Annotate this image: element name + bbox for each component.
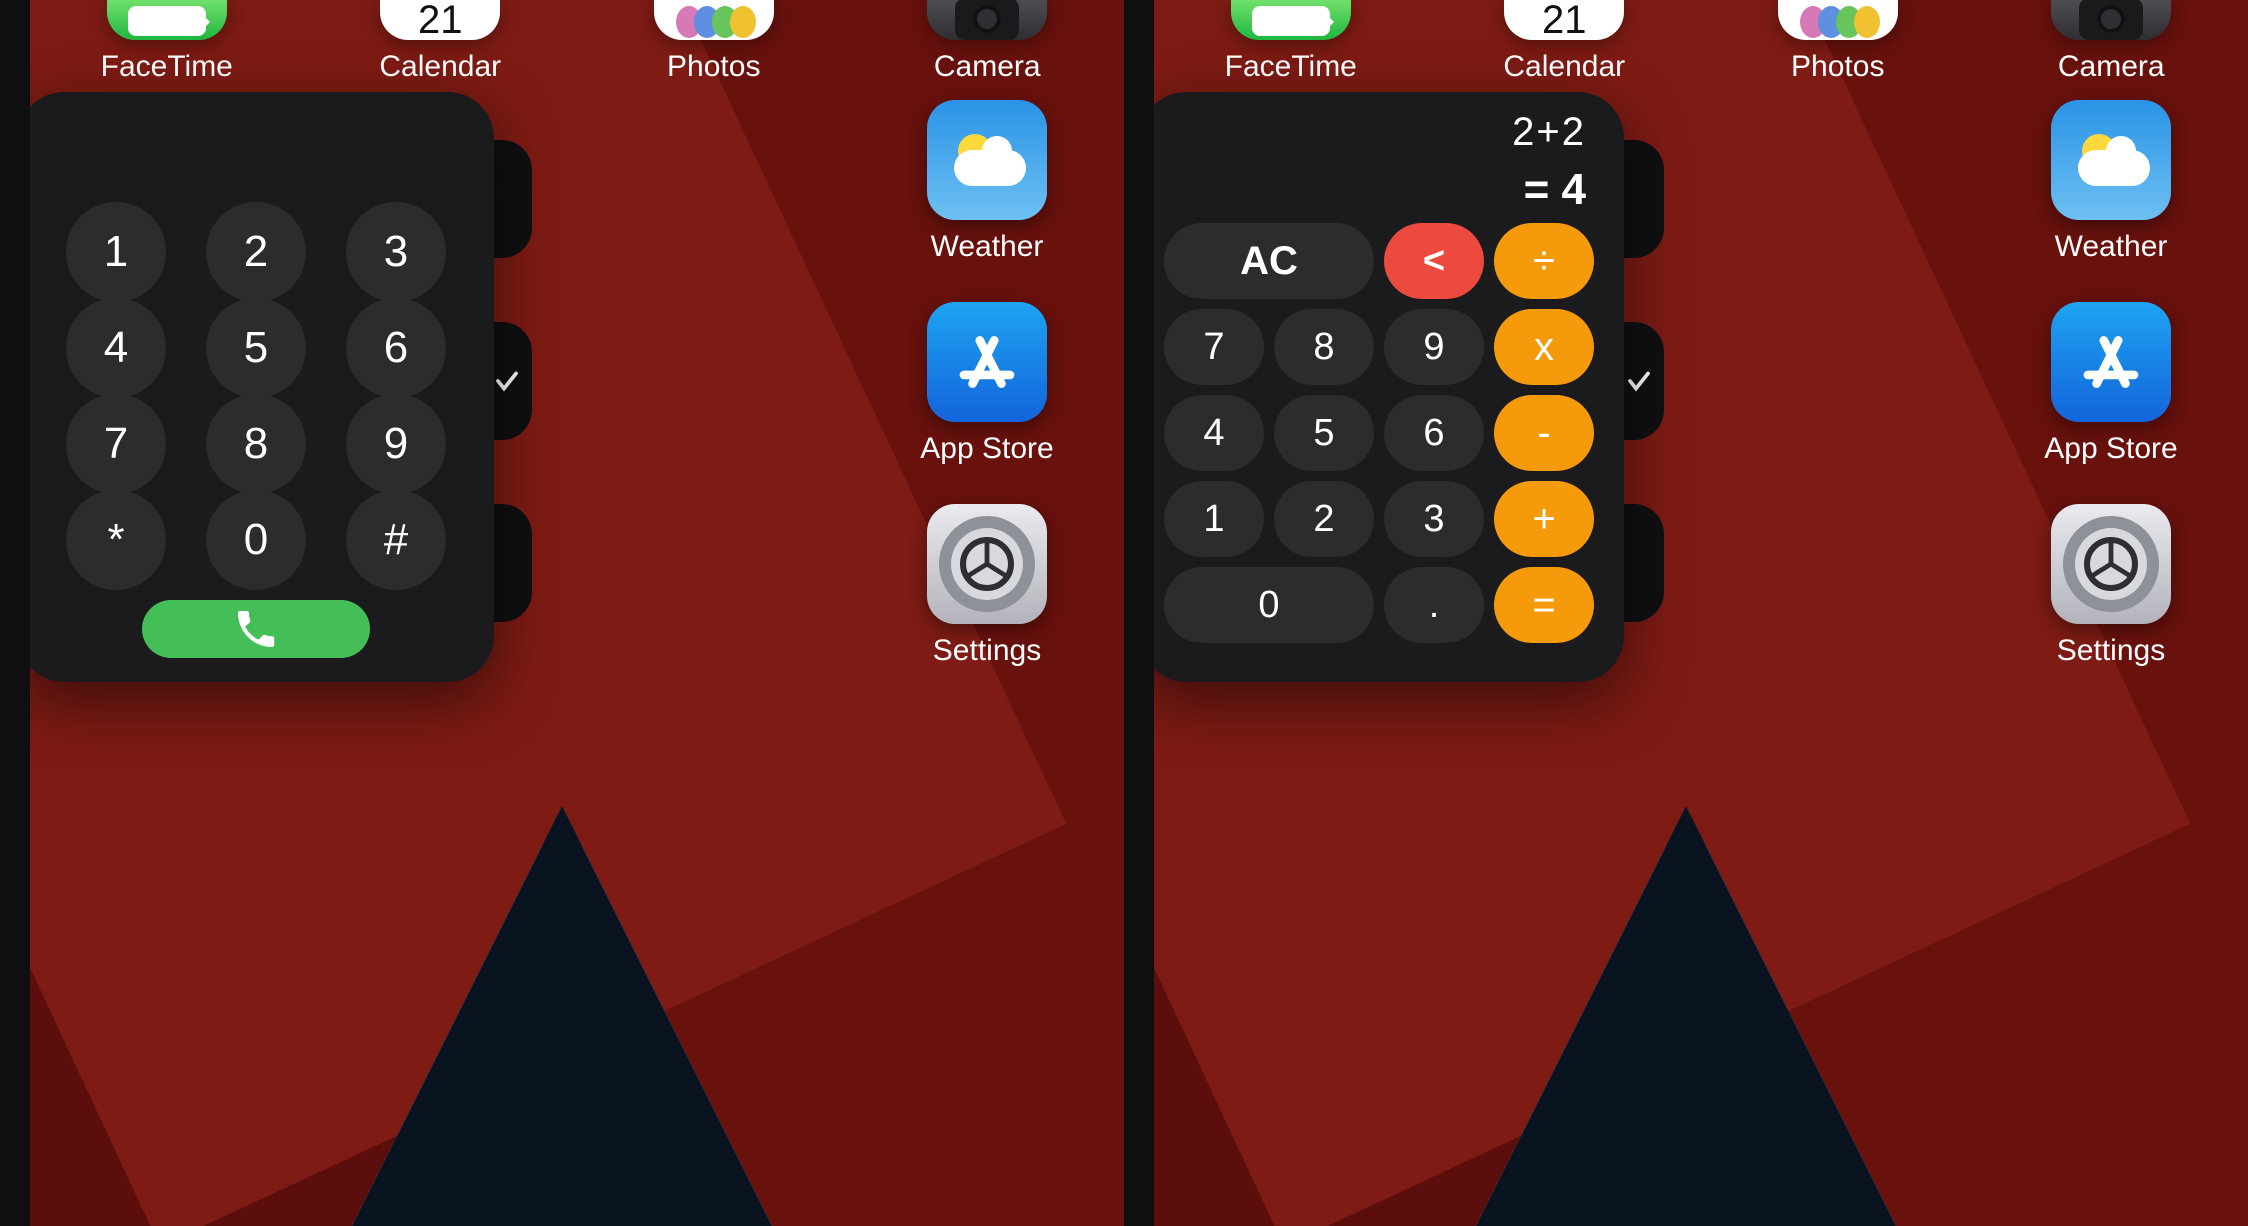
appstore-icon <box>2051 302 2171 422</box>
device-bezel <box>1124 0 1154 1226</box>
calc-key-multiply[interactable]: x <box>1494 309 1594 385</box>
dialer-key-3[interactable]: 3 <box>346 202 446 302</box>
calc-key-equals[interactable]: = <box>1494 567 1594 643</box>
home-column-right: Weather App Store Settings <box>892 100 1082 668</box>
calc-key-plus[interactable]: + <box>1494 481 1594 557</box>
dialer-key-1[interactable]: 1 <box>66 202 166 302</box>
home-screen: FaceTime 21 Calendar Photos Camera Weath… <box>0 0 1124 1226</box>
photos-icon <box>654 0 774 40</box>
app-appstore[interactable]: App Store <box>2044 302 2177 466</box>
calc-key-2[interactable]: 2 <box>1274 481 1374 557</box>
calc-key-9[interactable]: 9 <box>1384 309 1484 385</box>
dialer-key-star[interactable]: * <box>66 490 166 590</box>
app-calendar[interactable]: 21 Calendar <box>1469 0 1659 90</box>
calc-key-ac[interactable]: AC <box>1164 223 1374 299</box>
facetime-icon <box>107 0 227 40</box>
dialer-key-8[interactable]: 8 <box>206 394 306 494</box>
app-facetime[interactable]: FaceTime <box>72 0 262 90</box>
home-column-right: Weather App Store Settings <box>2016 100 2206 668</box>
calc-key-5[interactable]: 5 <box>1274 395 1374 471</box>
app-label: Photos <box>1791 50 1884 84</box>
dialer-key-5[interactable]: 5 <box>206 298 306 398</box>
home-row-top: FaceTime 21 Calendar Photos Camera <box>30 0 1124 90</box>
camera-icon <box>927 0 1047 40</box>
app-label: Settings <box>2057 634 2165 668</box>
app-weather[interactable]: Weather <box>927 100 1047 264</box>
calc-key-0[interactable]: 0 <box>1164 567 1374 643</box>
calc-key-8[interactable]: 8 <box>1274 309 1374 385</box>
app-photos[interactable]: Photos <box>619 0 809 90</box>
app-label: Photos <box>667 50 760 84</box>
app-label: Camera <box>934 50 1041 84</box>
app-camera[interactable]: Camera <box>892 0 1082 90</box>
app-camera[interactable]: Camera <box>2016 0 2206 90</box>
app-label: Calendar <box>1503 50 1625 84</box>
calc-result: = 4 <box>1164 165 1586 215</box>
dialer-keypad: 123456789*0# <box>66 202 446 586</box>
appstore-icon <box>927 302 1047 422</box>
photos-icon <box>1778 0 1898 40</box>
app-label: FaceTime <box>101 50 233 84</box>
calc-keypad: AC < ÷ 7 8 9 x 4 5 6 - 1 2 <box>1164 223 1600 643</box>
calc-key-3[interactable]: 3 <box>1384 481 1484 557</box>
dialer-key-6[interactable]: 6 <box>346 298 446 398</box>
app-label: App Store <box>2044 432 2177 466</box>
app-photos[interactable]: Photos <box>1743 0 1933 90</box>
calculator-widget: 2+2 = 4 AC < ÷ 7 8 9 x 4 5 6 <box>1140 92 1624 682</box>
app-settings[interactable]: Settings <box>2051 504 2171 668</box>
calc-key-minus[interactable]: - <box>1494 395 1594 471</box>
app-calendar[interactable]: 21 Calendar <box>345 0 535 90</box>
calc-key-divide[interactable]: ÷ <box>1494 223 1594 299</box>
calc-key-6[interactable]: 6 <box>1384 395 1484 471</box>
camera-icon <box>2051 0 2171 40</box>
dialer-key-0[interactable]: 0 <box>206 490 306 590</box>
calendar-icon: 21 <box>1504 0 1624 40</box>
settings-icon <box>927 504 1047 624</box>
dialer-key-2[interactable]: 2 <box>206 202 306 302</box>
app-settings[interactable]: Settings <box>927 504 1047 668</box>
home-screen: FaceTime 21 Calendar Photos Camera Weath… <box>1124 0 2248 1226</box>
calc-key-7[interactable]: 7 <box>1164 309 1264 385</box>
dialer-key-9[interactable]: 9 <box>346 394 446 494</box>
app-label: Settings <box>933 634 1041 668</box>
app-label: Weather <box>931 230 1044 264</box>
calc-key-4[interactable]: 4 <box>1164 395 1264 471</box>
dialer-key-4[interactable]: 4 <box>66 298 166 398</box>
calc-key-delete[interactable]: < <box>1384 223 1484 299</box>
screenshot-left: FaceTime 21 Calendar Photos Camera Weath… <box>0 0 1124 1226</box>
calc-key-dot[interactable]: . <box>1384 567 1484 643</box>
weather-icon <box>2051 100 2171 220</box>
dialer-widget: 123 456 789 * 0 # <box>18 92 494 682</box>
app-appstore[interactable]: App Store <box>920 302 1053 466</box>
calendar-icon: 21 <box>380 0 500 40</box>
dialer-key-hash[interactable]: # <box>346 490 446 590</box>
app-label: App Store <box>920 432 1053 466</box>
app-label: Weather <box>2055 230 2168 264</box>
calc-expression: 2+2 <box>1164 110 1586 155</box>
app-label: Camera <box>2058 50 2165 84</box>
home-row-top: FaceTime 21 Calendar Photos Camera <box>1154 0 2248 90</box>
weather-icon <box>927 100 1047 220</box>
settings-icon <box>2051 504 2171 624</box>
app-label: FaceTime <box>1225 50 1357 84</box>
calc-key-1[interactable]: 1 <box>1164 481 1264 557</box>
app-weather[interactable]: Weather <box>2051 100 2171 264</box>
call-button[interactable] <box>142 600 370 658</box>
screenshot-right: FaceTime 21 Calendar Photos Camera Weath… <box>1124 0 2248 1226</box>
dialer-key-7[interactable]: 7 <box>66 394 166 494</box>
phone-icon <box>232 605 280 653</box>
app-label: Calendar <box>379 50 501 84</box>
facetime-icon <box>1231 0 1351 40</box>
calc-display: 2+2 = 4 <box>1164 110 1600 215</box>
device-bezel <box>0 0 30 1226</box>
app-facetime[interactable]: FaceTime <box>1196 0 1386 90</box>
